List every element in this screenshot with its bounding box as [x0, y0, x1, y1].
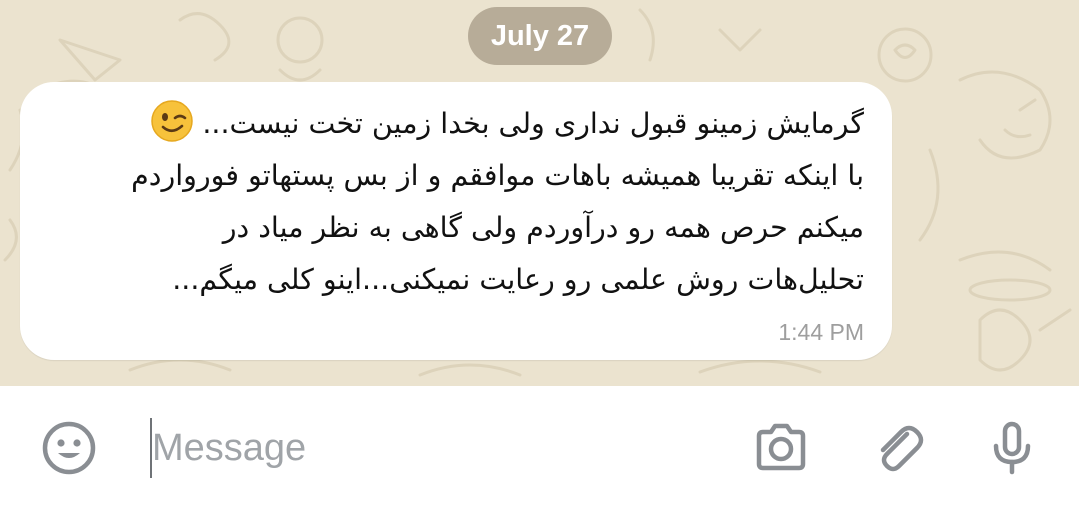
- winking-face-icon: [151, 100, 194, 142]
- camera-button[interactable]: [749, 416, 813, 480]
- camera-icon: [756, 423, 806, 471]
- microphone-button[interactable]: [980, 416, 1044, 480]
- message-text: گرمایش زمینو قبول نداری ولی بخدا زمین تخ…: [54, 98, 864, 306]
- message-line: تحلیل‌هات روش علمی رو رعایت نمیکنی...این…: [172, 263, 864, 296]
- message-composer: [0, 386, 1079, 506]
- chat-screen: July 27 گرمایش زمینو قبول نداری ولی بخدا…: [0, 0, 1079, 506]
- message-timestamp: 1:44 PM: [778, 319, 864, 345]
- date-separator: July 27: [468, 7, 612, 65]
- message-line-text: گرمایش زمینو قبول نداری ولی بخدا زمین تخ…: [202, 107, 864, 140]
- attach-button[interactable]: [867, 416, 931, 480]
- message-bubble[interactable]: گرمایش زمینو قبول نداری ولی بخدا زمین تخ…: [20, 82, 892, 360]
- emoji-button[interactable]: [37, 416, 101, 480]
- paperclip-icon: [880, 425, 924, 472]
- message-input[interactable]: [150, 416, 722, 480]
- message-line: با اینکه تقریبا همیشه باهات موافقم و از …: [131, 159, 864, 192]
- message-line: میکنم حرص همه رو درآوردم ولی گاهی به نظر…: [222, 211, 864, 244]
- message-list[interactable]: July 27 گرمایش زمینو قبول نداری ولی بخدا…: [0, 0, 1079, 386]
- message-line: گرمایش زمینو قبول نداری ولی بخدا زمین تخ…: [54, 98, 864, 150]
- smiley-face-icon: [42, 421, 96, 475]
- microphone-icon: [993, 421, 1031, 475]
